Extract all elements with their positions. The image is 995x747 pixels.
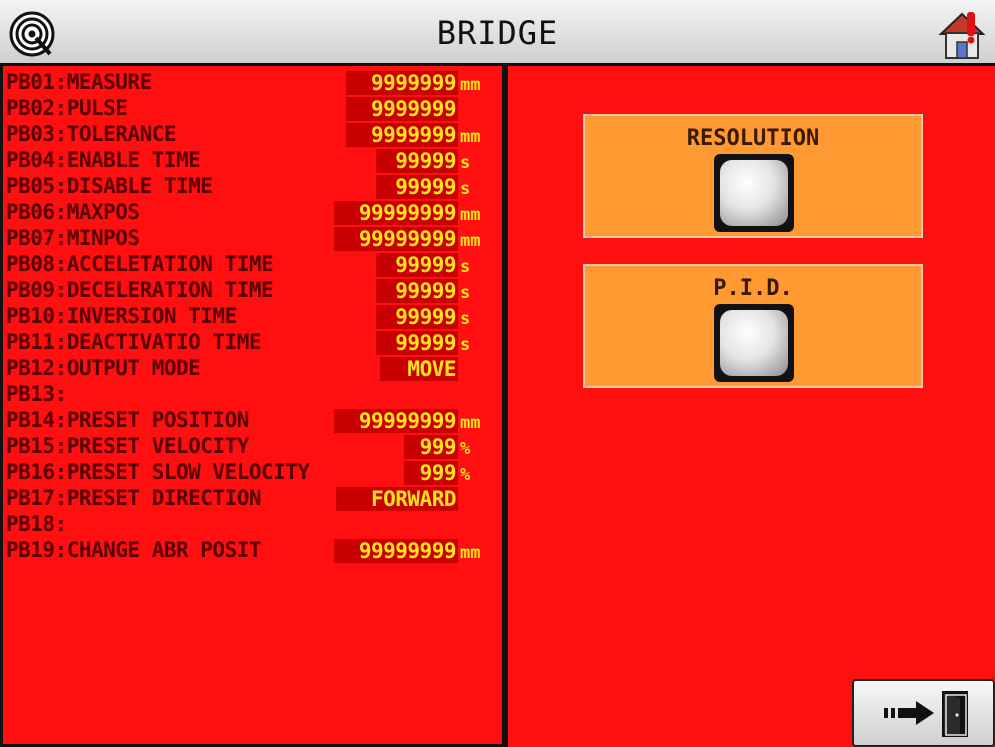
param-row-pb11[interactable]: PB11:DEACTIVATIO TIME 99999 s (6, 330, 501, 356)
param-unit: % (460, 465, 471, 485)
param-label: PB09:DECELERATION TIME (6, 278, 274, 302)
param-label: PB05:DISABLE TIME (6, 174, 213, 198)
param-unit: mm (460, 231, 481, 251)
param-value[interactable]: 99999 (376, 305, 458, 329)
param-unit: mm (460, 413, 481, 433)
param-row-pb10[interactable]: PB10:INVERSION TIME 99999 s (6, 304, 501, 330)
param-label: PB08:ACCELETATION TIME (6, 252, 274, 276)
param-label: PB07:MINPOS (6, 226, 140, 250)
param-label: PB13: (6, 382, 67, 406)
param-unit: s (460, 283, 471, 303)
param-row-pb08[interactable]: PB08:ACCELETATION TIME 99999 s (6, 252, 501, 278)
param-row-pb19[interactable]: PB19:CHANGE ABR POSIT 99999999 mm (6, 538, 501, 564)
param-row-pb13: PB13: (6, 382, 501, 408)
param-row-pb15[interactable]: PB15:PRESET VELOCITY 999 % (6, 434, 501, 460)
param-value[interactable]: 99999 (376, 253, 458, 277)
resolution-button[interactable] (714, 154, 794, 232)
param-label: PB15:PRESET VELOCITY (6, 434, 249, 458)
param-value[interactable]: 99999999 (334, 201, 458, 225)
param-unit: s (460, 257, 471, 277)
param-row-pb09[interactable]: PB09:DECELERATION TIME 99999 s (6, 278, 501, 304)
param-label: PB19:CHANGE ABR POSIT (6, 538, 262, 562)
param-row-pb03[interactable]: PB03:TOLERANCE 9999999 mm (6, 122, 501, 148)
param-value[interactable]: 99999999 (334, 409, 458, 433)
exit-button[interactable] (852, 679, 995, 747)
param-label: PB01:MEASURE (6, 70, 152, 94)
param-value[interactable]: 9999999 (346, 97, 458, 121)
param-row-pb14[interactable]: PB14:PRESET POSITION 99999999 mm (6, 408, 501, 434)
param-value[interactable]: FORWARD (336, 487, 458, 511)
resolution-panel[interactable]: RESOLUTION (583, 114, 923, 238)
param-unit: s (460, 335, 471, 355)
param-value[interactable]: 99999 (376, 149, 458, 173)
home-alert-icon[interactable] (937, 8, 987, 60)
param-value[interactable]: 99999999 (334, 227, 458, 251)
param-label: PB02:PULSE (6, 96, 128, 120)
param-unit: s (460, 179, 471, 199)
param-label: PB16:PRESET SLOW VELOCITY (6, 460, 310, 484)
param-label: PB03:TOLERANCE (6, 122, 177, 146)
param-value[interactable]: 999 (404, 435, 458, 459)
param-value[interactable]: 99999 (376, 279, 458, 303)
param-row-pb16[interactable]: PB16:PRESET SLOW VELOCITY 999 % (6, 460, 501, 486)
resolution-label: RESOLUTION (686, 126, 820, 151)
param-value[interactable]: 99999 (376, 331, 458, 355)
param-label: PB10:INVERSION TIME (6, 304, 237, 328)
param-unit: mm (460, 127, 481, 147)
param-unit: mm (460, 75, 481, 95)
param-unit: s (460, 309, 471, 329)
param-label: PB06:MAXPOS (6, 200, 140, 224)
param-row-pb05[interactable]: PB05:DISABLE TIME 99999 s (6, 174, 501, 200)
param-row-pb07[interactable]: PB07:MINPOS 99999999 mm (6, 226, 501, 252)
param-value[interactable]: MOVE (380, 357, 458, 381)
param-label: PB04:ENABLE TIME (6, 148, 201, 172)
pid-panel[interactable]: P.I.D. (583, 264, 923, 388)
param-value[interactable]: 999 (404, 461, 458, 485)
param-row-pb17[interactable]: PB17:PRESET DIRECTION FORWARD (6, 486, 501, 512)
param-row-pb06[interactable]: PB06:MAXPOS 99999999 mm (6, 200, 501, 226)
exit-door-icon (884, 691, 968, 737)
param-row-pb12[interactable]: PB12:OUTPUT MODE MOVE (6, 356, 501, 382)
param-label: PB11:DEACTIVATIO TIME (6, 330, 262, 354)
header-bar: BRIDGE (0, 0, 995, 66)
param-row-pb04[interactable]: PB04:ENABLE TIME 99999 s (6, 148, 501, 174)
param-value[interactable]: 9999999 (346, 71, 458, 95)
param-value[interactable]: 99999999 (334, 539, 458, 563)
page-title: BRIDGE (436, 14, 559, 52)
param-unit: s (460, 153, 471, 173)
param-unit: mm (460, 543, 481, 563)
param-unit: % (460, 439, 471, 459)
param-row-pb18: PB18: (6, 512, 501, 538)
param-row-pb01[interactable]: PB01:MEASURE 9999999 mm (6, 70, 501, 96)
button-face (720, 310, 788, 376)
param-value[interactable]: 9999999 (346, 123, 458, 147)
button-face (720, 160, 788, 226)
param-value[interactable]: 99999 (376, 175, 458, 199)
param-row-pb02[interactable]: PB02:PULSE 9999999 (6, 96, 501, 122)
bridge-screen: BRIDGE PB01:MEASURE 9999999 mm PB02:PULS… (0, 0, 995, 747)
param-label: PB14:PRESET POSITION (6, 408, 249, 432)
param-label: PB12:OUTPUT MODE (6, 356, 201, 380)
param-label: PB17:PRESET DIRECTION (6, 486, 262, 510)
panel-divider (505, 66, 508, 747)
param-unit: mm (460, 205, 481, 225)
pid-button[interactable] (714, 304, 794, 382)
pid-label: P.I.D. (713, 276, 793, 301)
param-label: PB18: (6, 512, 67, 536)
